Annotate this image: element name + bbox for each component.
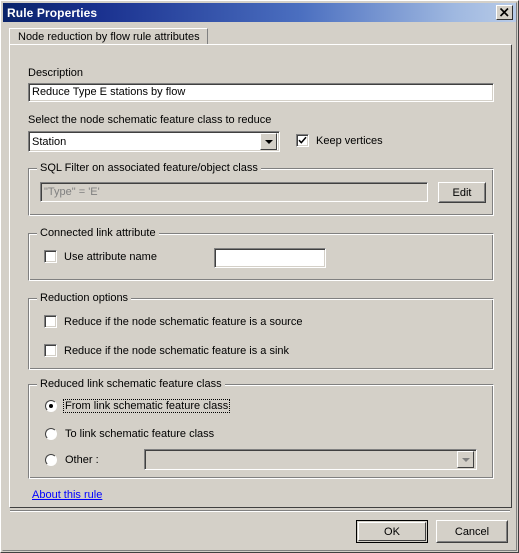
- reduce-if-source-checkbox[interactable]: [44, 315, 57, 328]
- description-label: Description: [28, 67, 84, 79]
- keep-vertices-checkbox-row[interactable]: Keep vertices: [296, 134, 383, 147]
- window-title: Rule Properties: [7, 5, 98, 20]
- radio-selected-dot: [49, 404, 53, 408]
- reduce-if-sink-checkbox[interactable]: [44, 344, 57, 357]
- footer-separator: [10, 510, 510, 512]
- check-icon: [298, 136, 307, 144]
- cancel-button-label: Cancel: [454, 525, 490, 538]
- reduction-options-group: Reduction options Reduce if the node sch…: [28, 292, 494, 370]
- cancel-button[interactable]: Cancel: [436, 520, 508, 543]
- tab-page-panel: Description Reduce Type E stations by fl…: [9, 44, 512, 508]
- sql-filter-value: "Type" = 'E': [44, 185, 100, 198]
- radio-other-label: Other :: [65, 454, 99, 466]
- about-this-rule-link[interactable]: About this rule: [32, 489, 102, 501]
- radio-to-link[interactable]: [45, 428, 57, 440]
- chevron-down-icon[interactable]: [260, 133, 277, 150]
- close-button[interactable]: [496, 5, 513, 20]
- close-icon: [499, 7, 509, 17]
- description-input[interactable]: Reduce Type E stations by flow: [28, 83, 494, 102]
- chevron-down-icon-other[interactable]: [457, 451, 474, 468]
- radio-from-link-row[interactable]: From link schematic feature class: [45, 399, 231, 413]
- title-bar: Rule Properties: [3, 3, 516, 22]
- keep-vertices-checkbox[interactable]: [296, 134, 309, 147]
- use-attribute-name-checkbox[interactable]: [44, 250, 57, 263]
- radio-from-link-label: From link schematic feature class: [63, 399, 231, 413]
- tab-label: Node reduction by flow rule attributes: [18, 31, 200, 43]
- ok-button-face: OK: [358, 522, 426, 541]
- node-feature-class-combobox[interactable]: Station: [28, 131, 280, 152]
- radio-to-link-label: To link schematic feature class: [65, 428, 215, 440]
- reduced-link-group-title: Reduced link schematic feature class: [37, 378, 225, 390]
- reduce-if-source-label: Reduce if the node schematic feature is …: [64, 315, 303, 328]
- attribute-name-input[interactable]: [214, 248, 326, 268]
- rule-properties-dialog: Rule Properties Node reduction by flow r…: [0, 0, 519, 553]
- sql-filter-group: SQL Filter on associated feature/object …: [28, 162, 494, 216]
- sql-filter-edit-button[interactable]: Edit: [438, 182, 486, 203]
- radio-other[interactable]: [45, 454, 57, 466]
- radio-to-link-row[interactable]: To link schematic feature class: [45, 427, 216, 441]
- select-node-feature-class-label: Select the node schematic feature class …: [28, 114, 272, 126]
- other-feature-class-combobox[interactable]: [144, 449, 477, 470]
- ok-button-label: OK: [384, 525, 400, 538]
- tab-bar: Node reduction by flow rule attributes: [9, 28, 512, 45]
- keep-vertices-label: Keep vertices: [316, 134, 383, 147]
- reduce-if-source-checkbox-row[interactable]: Reduce if the node schematic feature is …: [44, 315, 302, 328]
- radio-from-link[interactable]: [45, 400, 57, 412]
- reduce-if-sink-checkbox-row[interactable]: Reduce if the node schematic feature is …: [44, 344, 289, 357]
- description-input-value: Reduce Type E stations by flow: [32, 86, 186, 98]
- tab-node-reduction-by-flow-rule-attributes[interactable]: Node reduction by flow rule attributes: [9, 28, 208, 45]
- ok-button[interactable]: OK: [356, 520, 428, 543]
- reduce-if-sink-label: Reduce if the node schematic feature is …: [64, 344, 290, 357]
- connected-link-attribute-group: Connected link attribute Use attribute n…: [28, 227, 494, 281]
- reduced-link-feature-class-group: Reduced link schematic feature class Fro…: [28, 378, 494, 479]
- reduction-options-group-title: Reduction options: [37, 292, 132, 304]
- use-attribute-name-label: Use attribute name: [64, 250, 157, 263]
- node-feature-class-value: Station: [32, 135, 67, 148]
- sql-filter-input[interactable]: "Type" = 'E': [40, 182, 428, 202]
- radio-other-row[interactable]: Other :: [45, 453, 101, 467]
- sql-filter-edit-label: Edit: [452, 186, 472, 199]
- connected-link-group-title: Connected link attribute: [37, 227, 159, 239]
- use-attribute-name-checkbox-row[interactable]: Use attribute name: [44, 250, 157, 263]
- sql-filter-group-title: SQL Filter on associated feature/object …: [37, 162, 261, 174]
